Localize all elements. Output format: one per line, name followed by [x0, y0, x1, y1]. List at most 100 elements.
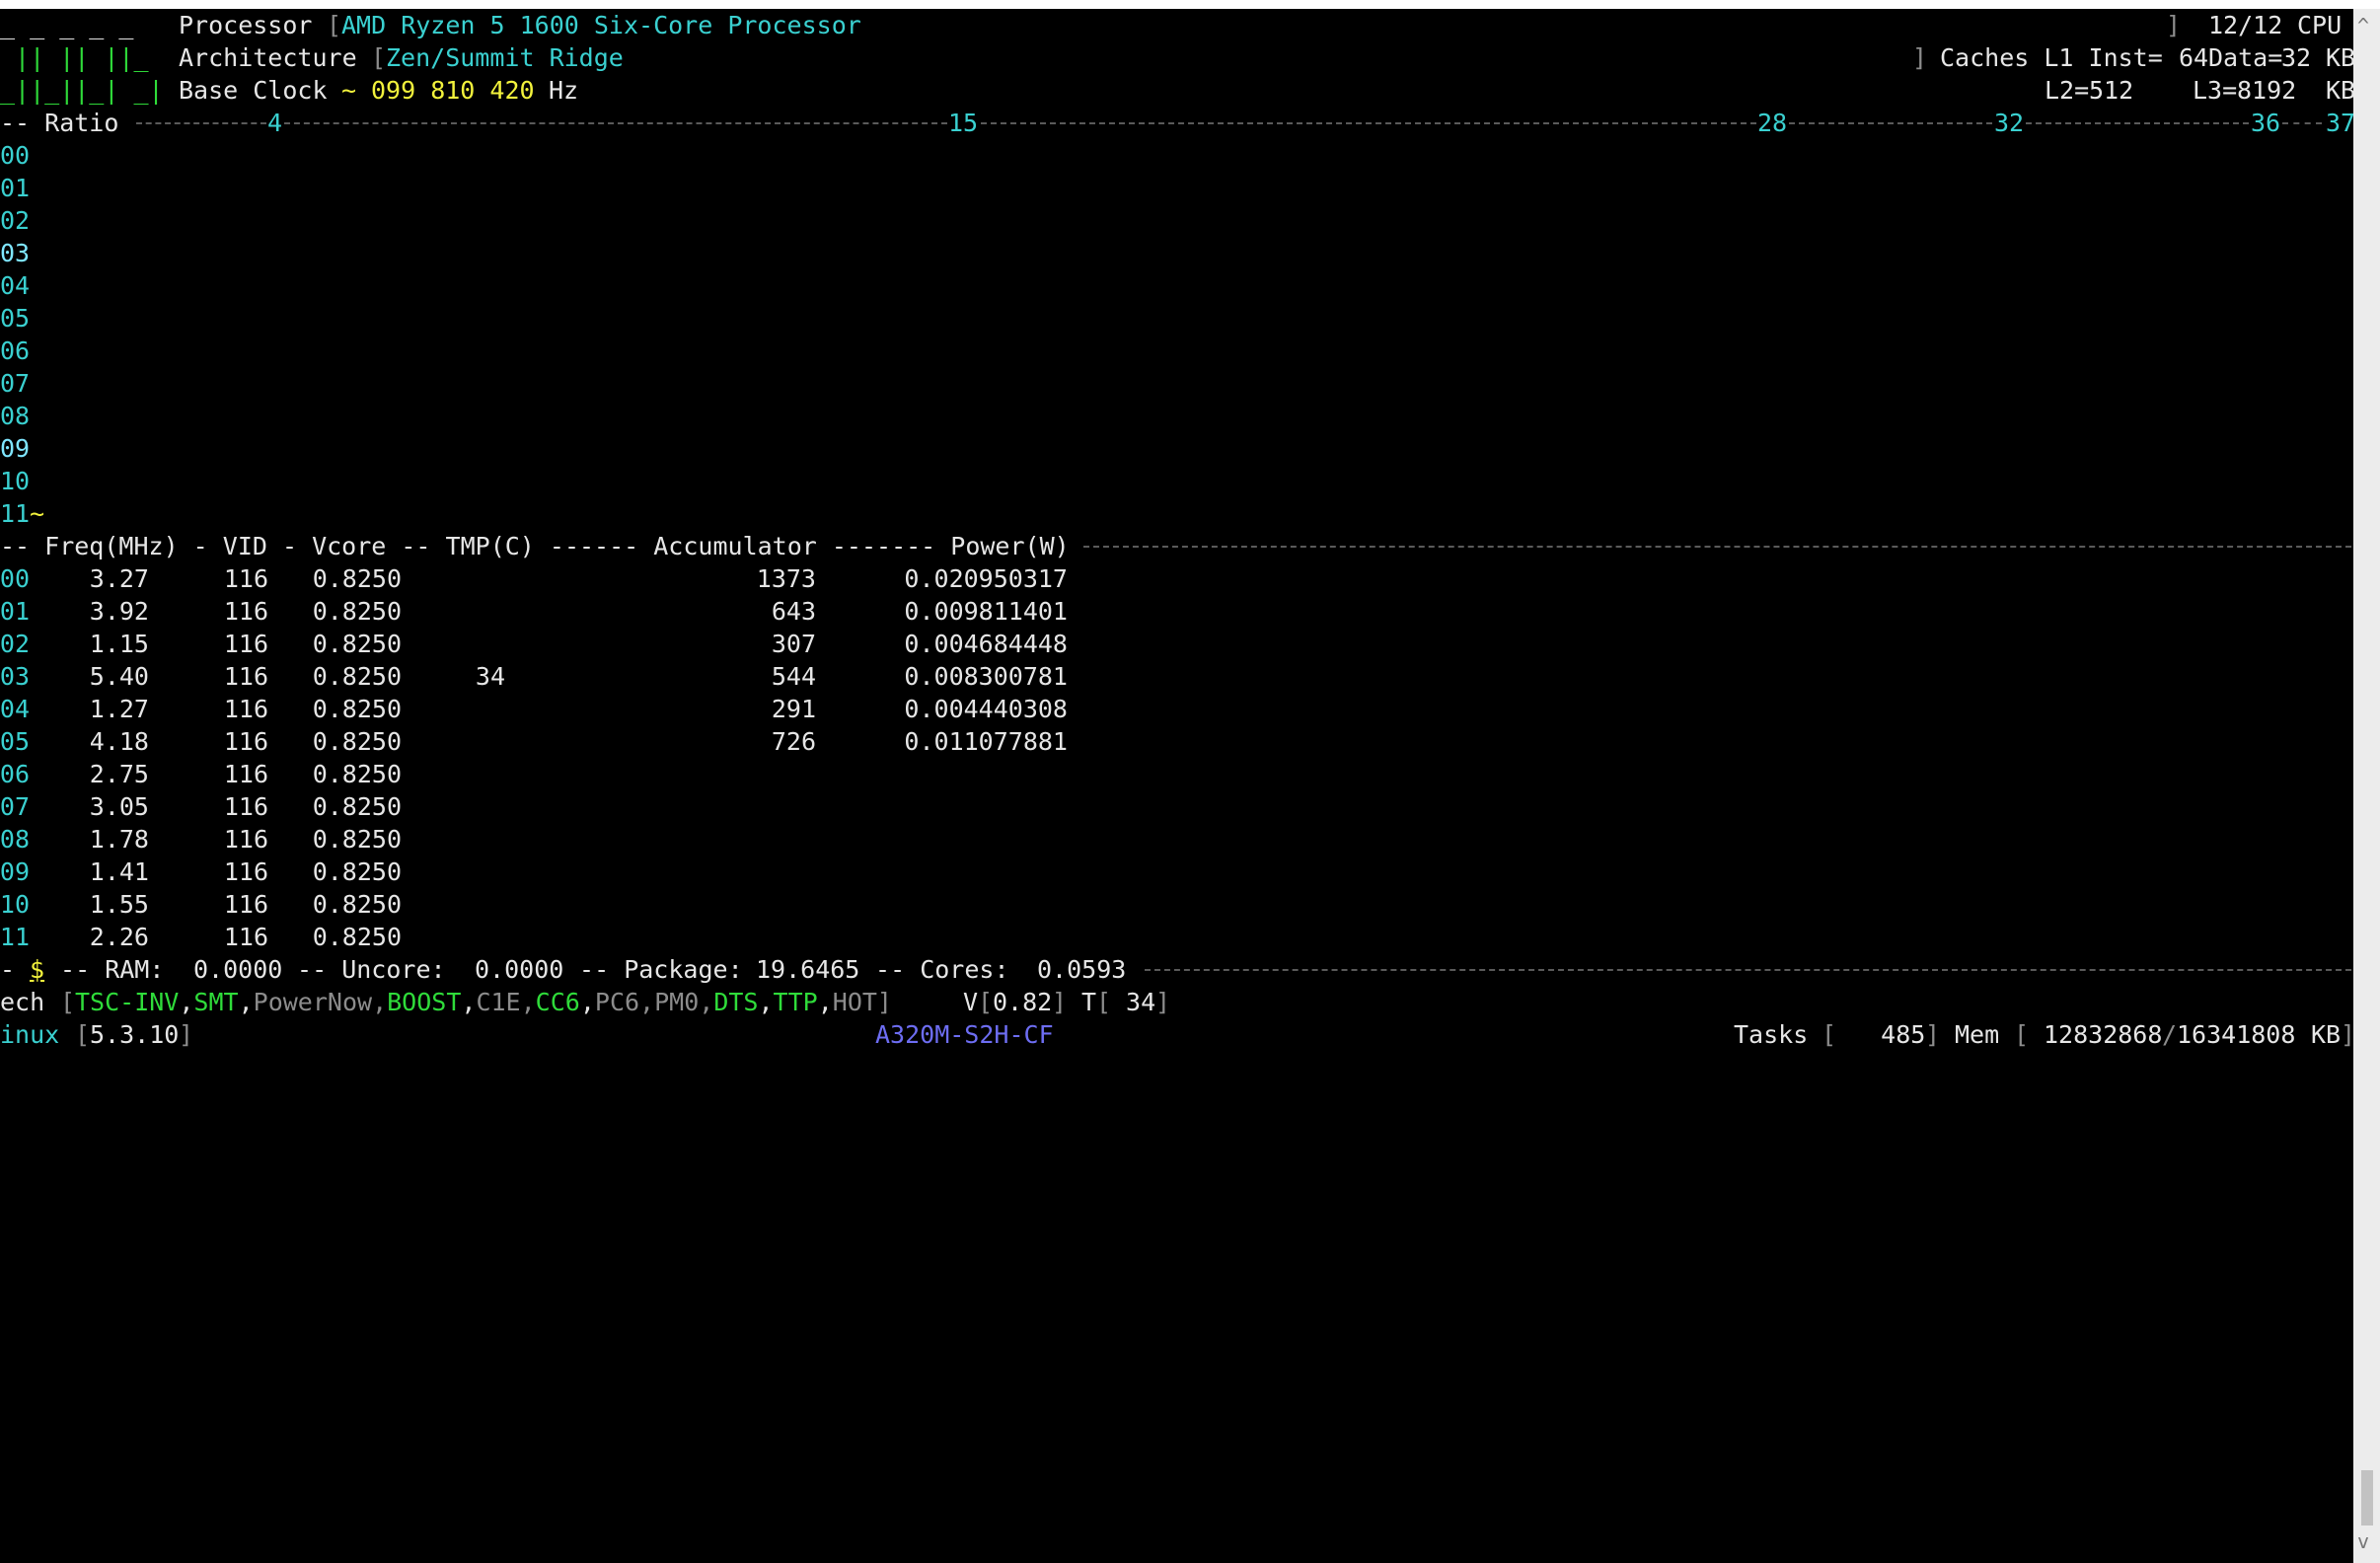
ratio-core-row: 09 [0, 432, 2353, 465]
cell-acc: 643 [771, 597, 816, 626]
ratio-core-id: 09 [0, 434, 31, 463]
tech-row: ech [ TSC-INV,SMT,PowerNow,BOOST,C1E,CC6… [0, 988, 1171, 1016]
cores-value: 0.0593 [1037, 955, 1127, 984]
ratio-core-id: 02 [0, 206, 31, 235]
ratio-core-row: 11 ~ [0, 497, 2353, 530]
table-row: 00 3.27 116 0.8250 1373 0.020950317 [0, 562, 2353, 595]
l1-inst-value: 64 [2179, 43, 2209, 72]
tech-flag: PM0 [654, 988, 700, 1016]
cell-vid: 116 [223, 597, 268, 626]
ratio-core-row: 10 [0, 465, 2353, 497]
cell-freq: 3.92 [89, 597, 149, 626]
cell-vcore: 0.8250 [312, 630, 402, 658]
cell-vcore: 0.8250 [312, 695, 402, 723]
base-clock-label: Base Clock [179, 76, 328, 105]
tech-flag: TTP [773, 988, 818, 1016]
architecture-name: Zen/Summit Ridge [386, 43, 624, 72]
l1-data-value: 32 [2281, 43, 2312, 72]
logo-line-2: || || ||_ [0, 43, 149, 72]
base-clock-value: 099 810 420 [371, 76, 535, 105]
mem-total: 16341808 [2177, 1020, 2296, 1049]
ratio-core-id: 07 [0, 369, 31, 398]
scroll-down-arrow-icon[interactable]: v [2357, 1531, 2369, 1551]
cell-core: 09 [0, 857, 30, 886]
cell-vid: 116 [223, 923, 268, 951]
ratio-core-row: 03 [0, 237, 2353, 269]
ratio-mark-28: 28 [1757, 109, 1788, 137]
temp-label: T [1081, 988, 1097, 1016]
ratio-core-row: 08 [0, 400, 2353, 432]
cell-vid: 116 [223, 564, 268, 593]
ratio-core-id: 10 [0, 467, 31, 495]
cell-core: 07 [0, 792, 30, 821]
l1-data-label: Data= [2208, 43, 2283, 72]
ratio-core-id: 03 [0, 239, 31, 267]
cell-power: 0.020950317 [904, 564, 1068, 593]
table-row: 02 1.15 116 0.8250 307 0.004684448 [0, 628, 2353, 660]
tech-label: ech [0, 988, 45, 1016]
l2-label: L2= [2045, 76, 2090, 105]
cell-freq: 1.27 [89, 695, 149, 723]
ratio-core-row: 00 [0, 139, 2353, 172]
cell-freq: 3.27 [89, 564, 149, 593]
ratio-label: -- Ratio [0, 109, 134, 137]
cell-vcore: 0.8250 [312, 564, 402, 593]
cell-power: 0.004684448 [904, 630, 1068, 658]
scrollbar-thumb[interactable] [2361, 1470, 2373, 1526]
energy-unit-toggle[interactable]: $ [30, 953, 44, 986]
ratio-core-id: 01 [0, 174, 31, 202]
logo-line-1: _ _ _ _ _ [0, 11, 134, 39]
tech-flag: SMT [193, 988, 239, 1016]
os-label: inux [0, 1020, 60, 1049]
l1-unit: KB [2326, 43, 2353, 72]
cpu-label: CPU [2297, 11, 2343, 39]
table-row: 03 5.40 116 0.8250 34 544 0.008300781 [0, 660, 2353, 693]
tech-flag: DTS [713, 988, 759, 1016]
ratio-core-id: 05 [0, 304, 31, 333]
mem-used: 12832868 [2044, 1020, 2163, 1049]
energy-row: - $ -- RAM: 0.0000 -- Uncore: 0.0000 -- … [0, 953, 2353, 986]
ram-value: 0.0000 [193, 955, 283, 984]
terminal-screen[interactable]: _ _ _ _ _ Processor [ AMD Ryzen 5 1600 S… [0, 9, 2353, 1563]
cell-vid: 116 [223, 630, 268, 658]
l3-value: 8192 [2237, 76, 2297, 105]
cell-vcore: 0.8250 [312, 760, 402, 788]
tech-flag: TSC-INV [75, 988, 180, 1016]
package-value: 19.6465 [756, 955, 860, 984]
base-clock-row: _||_||_| _| Base Clock ~ 099 810 420 Hz … [0, 74, 2353, 107]
ratio-core-id: 11 [0, 499, 31, 528]
ratio-core-row: 04 [0, 269, 2353, 302]
ratio-mark-36: 36 [2251, 109, 2281, 137]
tasks-value: 485 [1836, 1020, 1926, 1049]
window-title-bar [0, 0, 2380, 9]
ratio-mark-37: 37 [2326, 109, 2353, 137]
architecture-row: || || ||_ Architecture [ Zen/Summit Ridg… [0, 41, 2353, 74]
ram-label: -- RAM: [45, 955, 180, 984]
cell-core: 04 [0, 695, 30, 723]
voltage-value: 0.82 [993, 988, 1053, 1016]
cell-vcore: 0.8250 [312, 890, 402, 919]
l2-l3-unit: KB [2326, 76, 2353, 105]
table-row: 09 1.41 116 0.8250 [0, 856, 2353, 888]
ratio-core-row: 02 [0, 204, 2353, 237]
cell-vcore: 0.8250 [312, 923, 402, 951]
table-header: -- Freq(MHz) - VID - Vcore -- TMP(C) ---… [0, 532, 1084, 560]
cell-freq: 2.75 [89, 760, 149, 788]
cell-core: 06 [0, 760, 30, 788]
cell-tmp: 34 [475, 662, 505, 691]
temp-value: 34 [1111, 988, 1156, 1016]
cell-vid: 116 [223, 792, 268, 821]
table-row: 01 3.92 116 0.8250 643 0.009811401 [0, 595, 2353, 628]
ratio-mark-32: 32 [1994, 109, 2025, 137]
processor-name: AMD Ryzen 5 1600 Six-Core Processor [341, 11, 861, 39]
table-row: 07 3.05 116 0.8250 [0, 790, 2353, 823]
architecture-label: Architecture [179, 43, 357, 72]
cell-vid: 116 [223, 695, 268, 723]
cell-vcore: 0.8250 [312, 597, 402, 626]
cell-core: 01 [0, 597, 30, 626]
cell-vid: 116 [223, 857, 268, 886]
vertical-scrollbar[interactable] [2353, 9, 2380, 1563]
tasks-label: Tasks [1734, 1020, 1809, 1049]
cell-freq: 1.41 [89, 857, 149, 886]
scroll-up-arrow-icon[interactable]: ^ [2357, 16, 2369, 36]
